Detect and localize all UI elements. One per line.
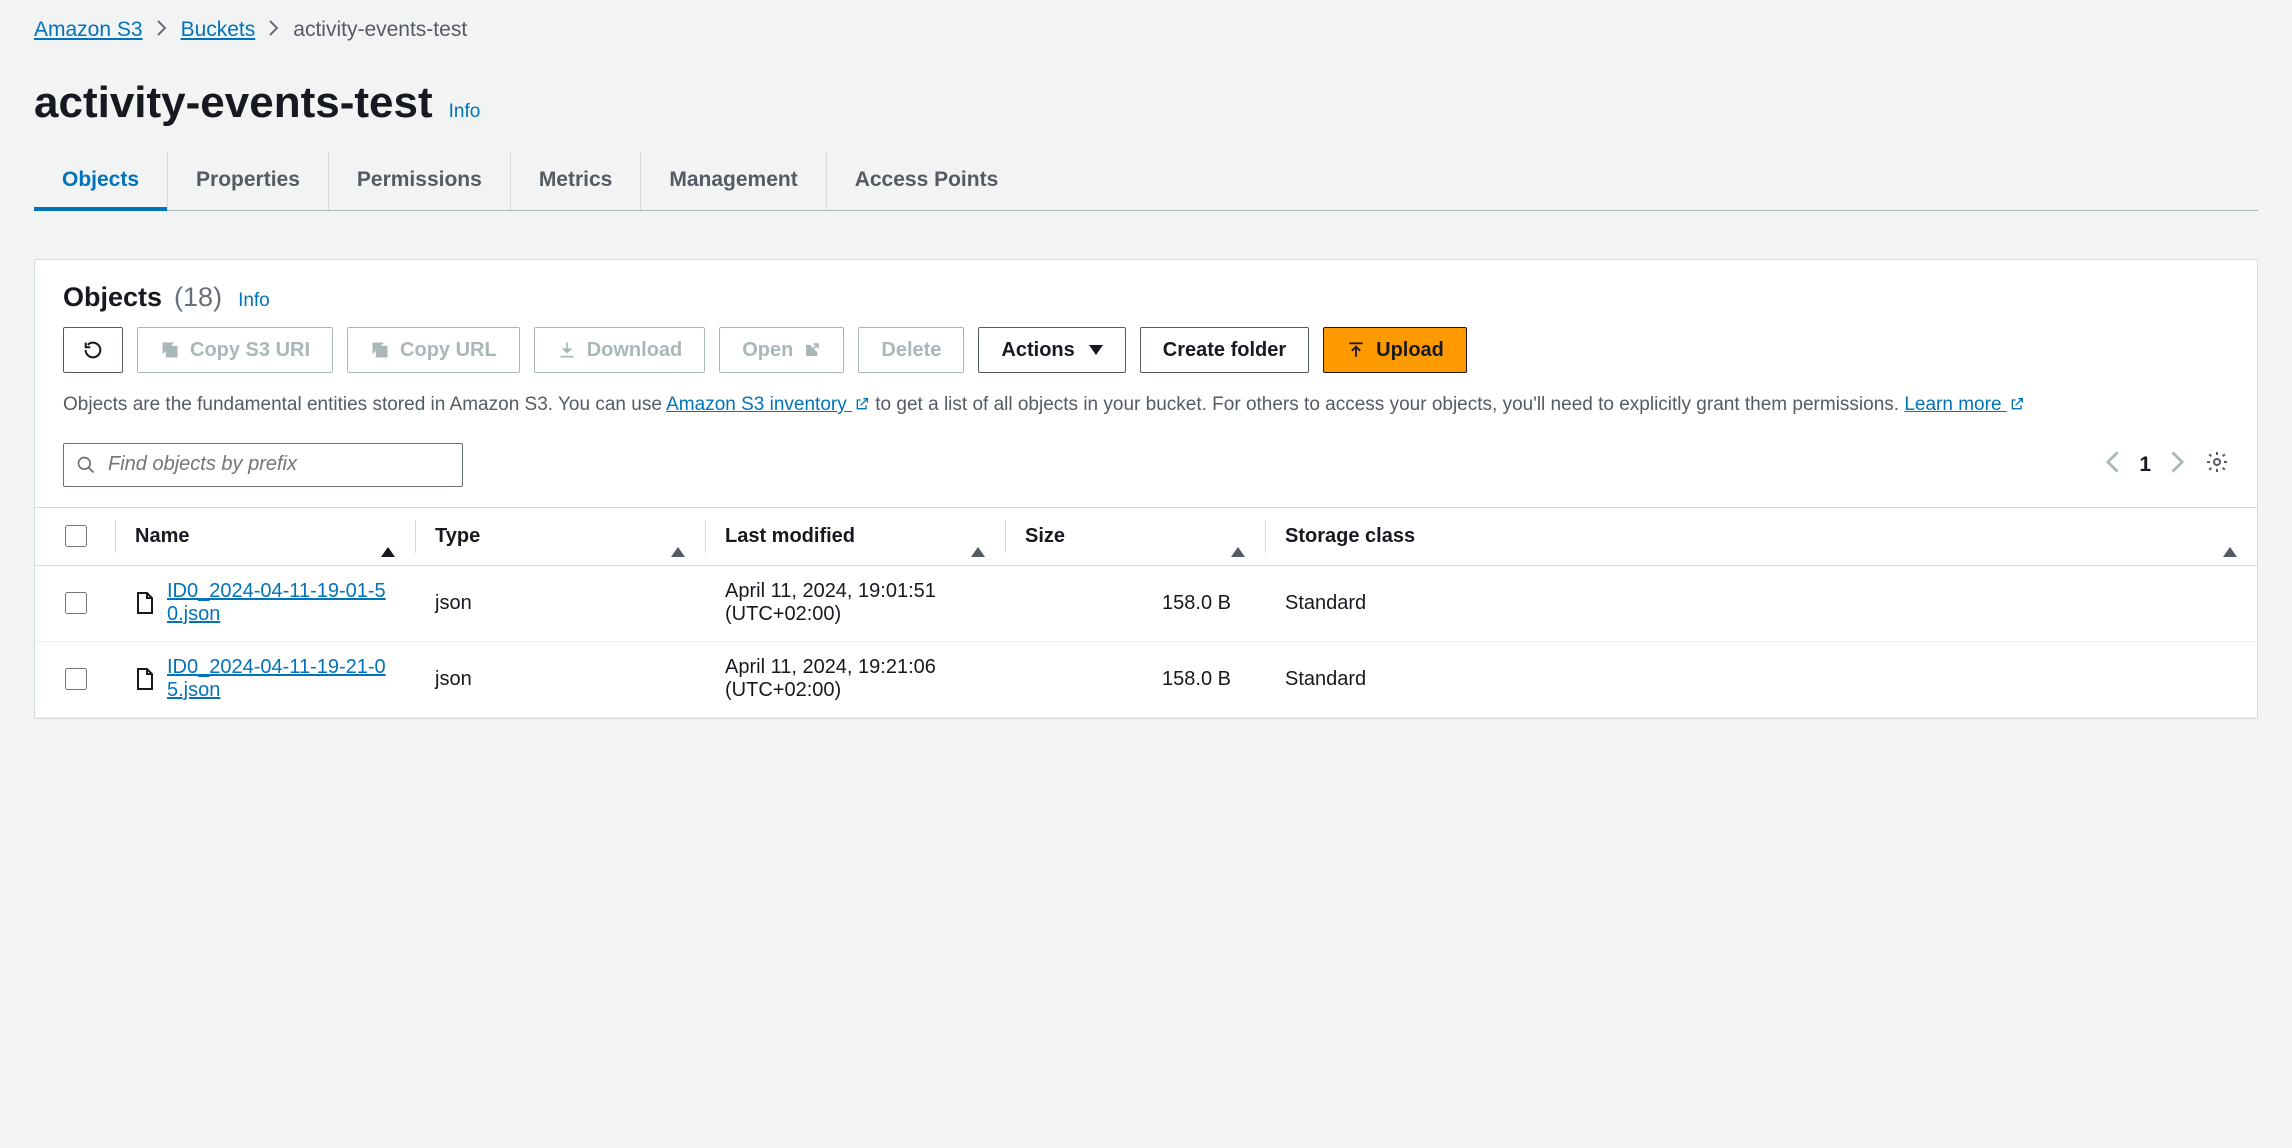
cell-size: 158.0 B: [1005, 668, 1265, 691]
toolbar: Copy S3 URI Copy URL Download Open Delet…: [63, 327, 2229, 373]
chevron-right-icon: [269, 18, 279, 42]
tab-metrics[interactable]: Metrics: [511, 152, 642, 210]
page-title: activity-events-test: [34, 78, 433, 128]
page-info-link[interactable]: Info: [449, 101, 481, 123]
actions-button[interactable]: Actions: [978, 327, 1125, 373]
download-icon: [557, 340, 577, 360]
copy-url-button[interactable]: Copy URL: [347, 327, 520, 373]
copy-s3-uri-label: Copy S3 URI: [190, 339, 310, 362]
search-input[interactable]: [106, 452, 450, 477]
cell-last-modified: April 11, 2024, 19:01:51 (UTC+02:00): [705, 580, 1005, 626]
panel-info-link[interactable]: Info: [238, 290, 270, 312]
upload-label: Upload: [1376, 339, 1444, 362]
copy-icon: [160, 340, 180, 360]
caret-down-icon: [1089, 345, 1103, 355]
cell-type: json: [415, 668, 705, 691]
next-page-button[interactable]: [2171, 451, 2185, 479]
col-last-modified[interactable]: Last modified: [705, 508, 1005, 565]
file-icon: [135, 591, 155, 615]
file-icon: [135, 667, 155, 691]
objects-table: Name Type Last modified Size Storage cla…: [35, 507, 2257, 718]
panel-title: Objects: [63, 282, 162, 313]
create-folder-label: Create folder: [1163, 339, 1286, 362]
select-all-checkbox[interactable]: [65, 525, 87, 547]
gear-icon: [2205, 450, 2229, 474]
external-link-icon: [803, 341, 821, 359]
breadcrumb-buckets[interactable]: Buckets: [181, 18, 256, 42]
settings-button[interactable]: [2205, 450, 2229, 480]
col-name[interactable]: Name: [115, 508, 415, 565]
cell-storage-class: Standard: [1265, 668, 2257, 691]
delete-button[interactable]: Delete: [858, 327, 964, 373]
open-label: Open: [742, 339, 793, 362]
tab-management[interactable]: Management: [641, 152, 826, 210]
sort-icon: [971, 525, 985, 548]
cell-storage-class: Standard: [1265, 592, 2257, 615]
page-number: 1: [2139, 453, 2151, 477]
cell-size: 158.0 B: [1005, 592, 1265, 615]
upload-icon: [1346, 340, 1366, 360]
col-size[interactable]: Size: [1005, 508, 1265, 565]
pager: 1: [2105, 450, 2229, 480]
object-name-link[interactable]: ID0_2024-04-11-19-21-05.json: [167, 656, 395, 702]
desc-text: to get a list of all objects in your buc…: [875, 394, 1904, 415]
download-button[interactable]: Download: [534, 327, 706, 373]
tab-properties[interactable]: Properties: [168, 152, 329, 210]
external-link-icon: [854, 393, 870, 421]
refresh-icon: [82, 339, 104, 361]
tab-objects[interactable]: Objects: [34, 152, 168, 210]
actions-label: Actions: [1001, 339, 1074, 362]
panel-count: (18): [174, 282, 222, 313]
objects-panel: Objects (18) Info Copy S3 URI Copy URL D…: [34, 259, 2258, 719]
prev-page-button[interactable]: [2105, 451, 2119, 479]
breadcrumb-current: activity-events-test: [293, 18, 467, 42]
table-row: ID0_2024-04-11-19-21-05.json json April …: [35, 642, 2257, 718]
inventory-link[interactable]: Amazon S3 inventory: [666, 394, 870, 415]
table-row: ID0_2024-04-11-19-01-50.json json April …: [35, 566, 2257, 642]
chevron-right-icon: [157, 18, 167, 42]
upload-button[interactable]: Upload: [1323, 327, 1467, 373]
search-icon: [76, 455, 96, 475]
sort-icon: [671, 525, 685, 548]
tabs: Objects Properties Permissions Metrics M…: [34, 152, 2258, 211]
object-name-link[interactable]: ID0_2024-04-11-19-01-50.json: [167, 580, 395, 626]
breadcrumb-root[interactable]: Amazon S3: [34, 18, 143, 42]
sort-icon: [2223, 525, 2237, 548]
panel-description: Objects are the fundamental entities sto…: [63, 391, 2229, 421]
row-checkbox[interactable]: [65, 668, 87, 690]
search-box[interactable]: [63, 443, 463, 487]
learn-more-link[interactable]: Learn more: [1904, 394, 2024, 415]
download-label: Download: [587, 339, 683, 362]
breadcrumb: Amazon S3 Buckets activity-events-test: [28, 0, 2264, 48]
refresh-button[interactable]: [63, 327, 123, 373]
delete-label: Delete: [881, 339, 941, 362]
col-type[interactable]: Type: [415, 508, 705, 565]
copy-s3-uri-button[interactable]: Copy S3 URI: [137, 327, 333, 373]
open-button[interactable]: Open: [719, 327, 844, 373]
cell-last-modified: April 11, 2024, 19:21:06 (UTC+02:00): [705, 656, 1005, 702]
row-checkbox[interactable]: [65, 592, 87, 614]
tab-access-points[interactable]: Access Points: [827, 152, 1027, 210]
cell-type: json: [415, 592, 705, 615]
sort-icon: [1231, 525, 1245, 548]
col-storage-class[interactable]: Storage class: [1265, 508, 2257, 565]
tab-permissions[interactable]: Permissions: [329, 152, 511, 210]
copy-icon: [370, 340, 390, 360]
table-header: Name Type Last modified Size Storage cla…: [35, 508, 2257, 566]
page-title-row: activity-events-test Info: [28, 48, 2264, 152]
create-folder-button[interactable]: Create folder: [1140, 327, 1309, 373]
sort-asc-icon: [381, 525, 395, 548]
copy-url-label: Copy URL: [400, 339, 497, 362]
desc-text: Objects are the fundamental entities sto…: [63, 394, 666, 415]
external-link-icon: [2009, 393, 2025, 421]
